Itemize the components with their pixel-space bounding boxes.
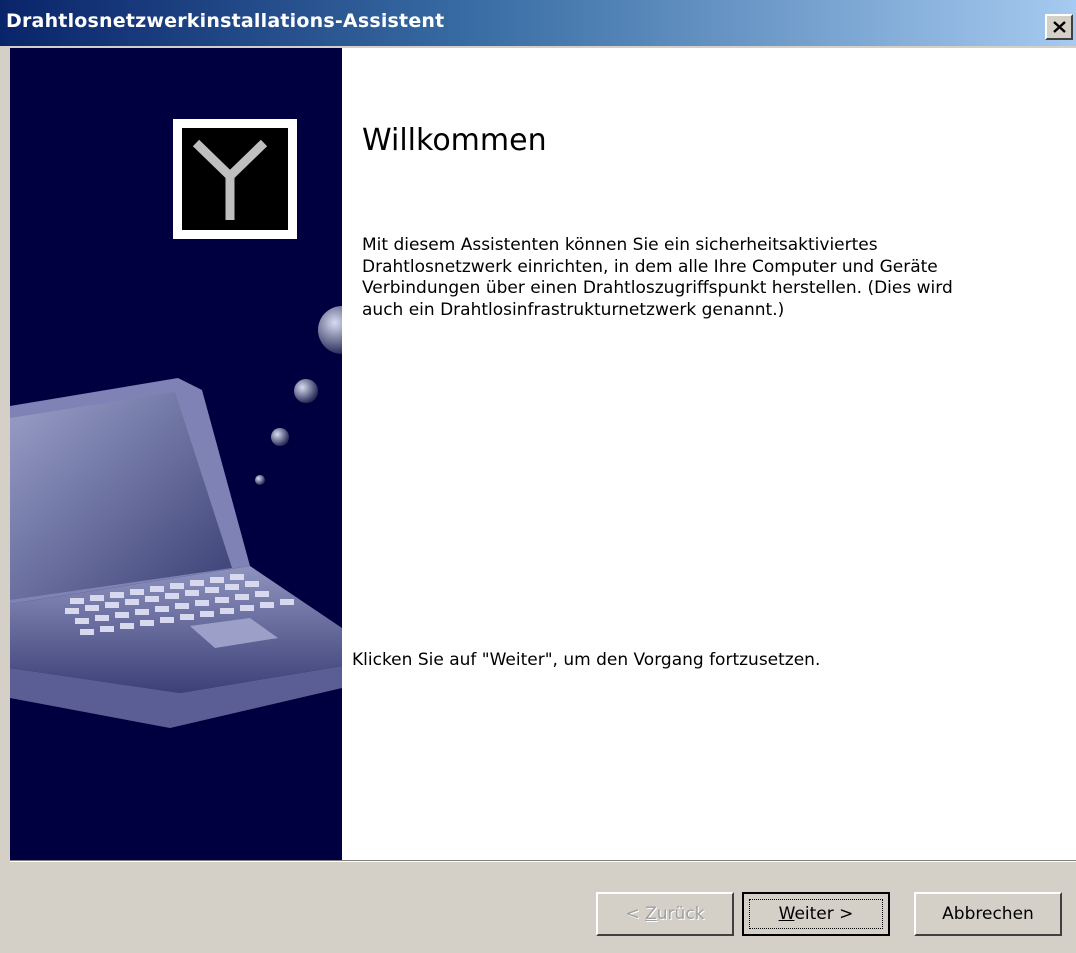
wizard-content: Willkommen Mit diesem Assistenten können…	[10, 48, 1076, 860]
page-description: Mit diesem Assistenten können Sie ein si…	[362, 235, 953, 320]
continue-hint: Klicken Sie auf "Weiter", um den Vorgang…	[352, 650, 821, 670]
back-button-label: urück	[656, 904, 705, 924]
wireless-antenna-icon	[173, 119, 297, 239]
next-button[interactable]: Weiter >	[742, 892, 890, 936]
page-heading: Willkommen	[362, 123, 547, 158]
cancel-button[interactable]: Abbrechen	[914, 892, 1062, 936]
laptop-illustration	[10, 119, 342, 728]
wizard-window: Drahtlosnetzwerkinstallations-Assistent	[0, 0, 1076, 953]
cancel-button-label: Abbrechen	[942, 904, 1034, 924]
next-button-focus: Weiter >	[749, 899, 883, 929]
back-button[interactable]: < Zurück	[596, 892, 734, 936]
text-area: Willkommen Mit diesem Assistenten können…	[342, 48, 1076, 860]
back-button-prefix: <	[625, 904, 646, 924]
next-button-mnemonic: W	[778, 904, 795, 924]
title-bar[interactable]: Drahtlosnetzwerkinstallations-Assistent	[0, 0, 1076, 46]
separator	[10, 860, 1076, 862]
window-title: Drahtlosnetzwerkinstallations-Assistent	[6, 10, 445, 32]
side-panel	[10, 48, 342, 860]
close-x-icon	[1053, 21, 1066, 33]
next-button-label: eiter >	[794, 904, 854, 924]
close-button[interactable]	[1045, 14, 1073, 40]
back-button-mnemonic: Z	[645, 904, 657, 924]
